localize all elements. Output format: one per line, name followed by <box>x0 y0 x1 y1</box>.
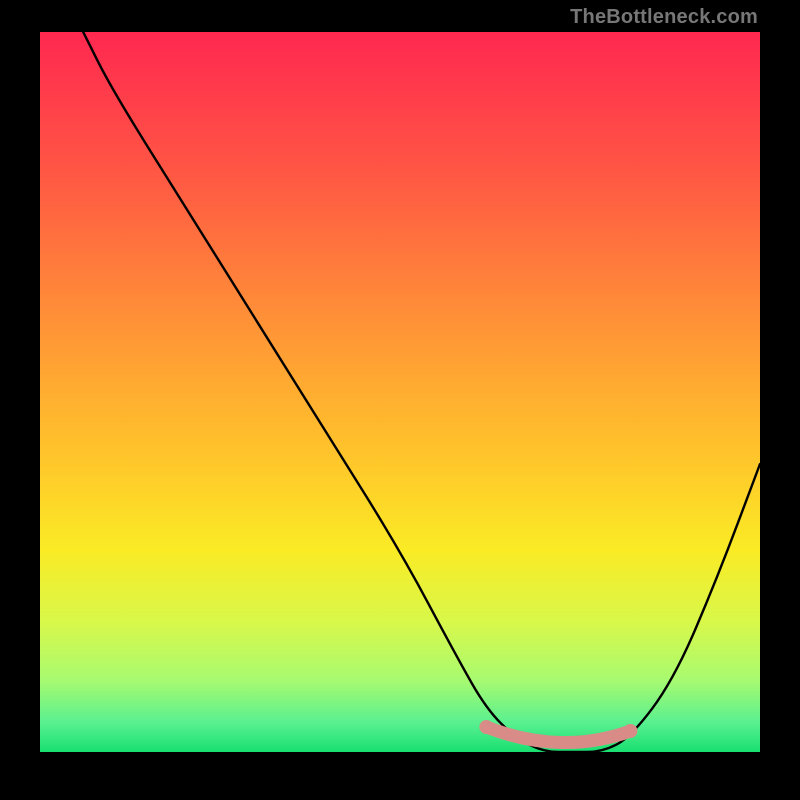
optimal-range-dot-right <box>623 724 637 738</box>
chart-frame <box>40 32 760 752</box>
bottleneck-curve <box>83 32 760 752</box>
watermark-text: TheBottleneck.com <box>570 6 758 29</box>
plot-area <box>40 32 760 752</box>
optimal-range-highlight <box>486 727 630 743</box>
chart-svg <box>40 32 760 752</box>
optimal-range-dot-left <box>479 720 493 734</box>
